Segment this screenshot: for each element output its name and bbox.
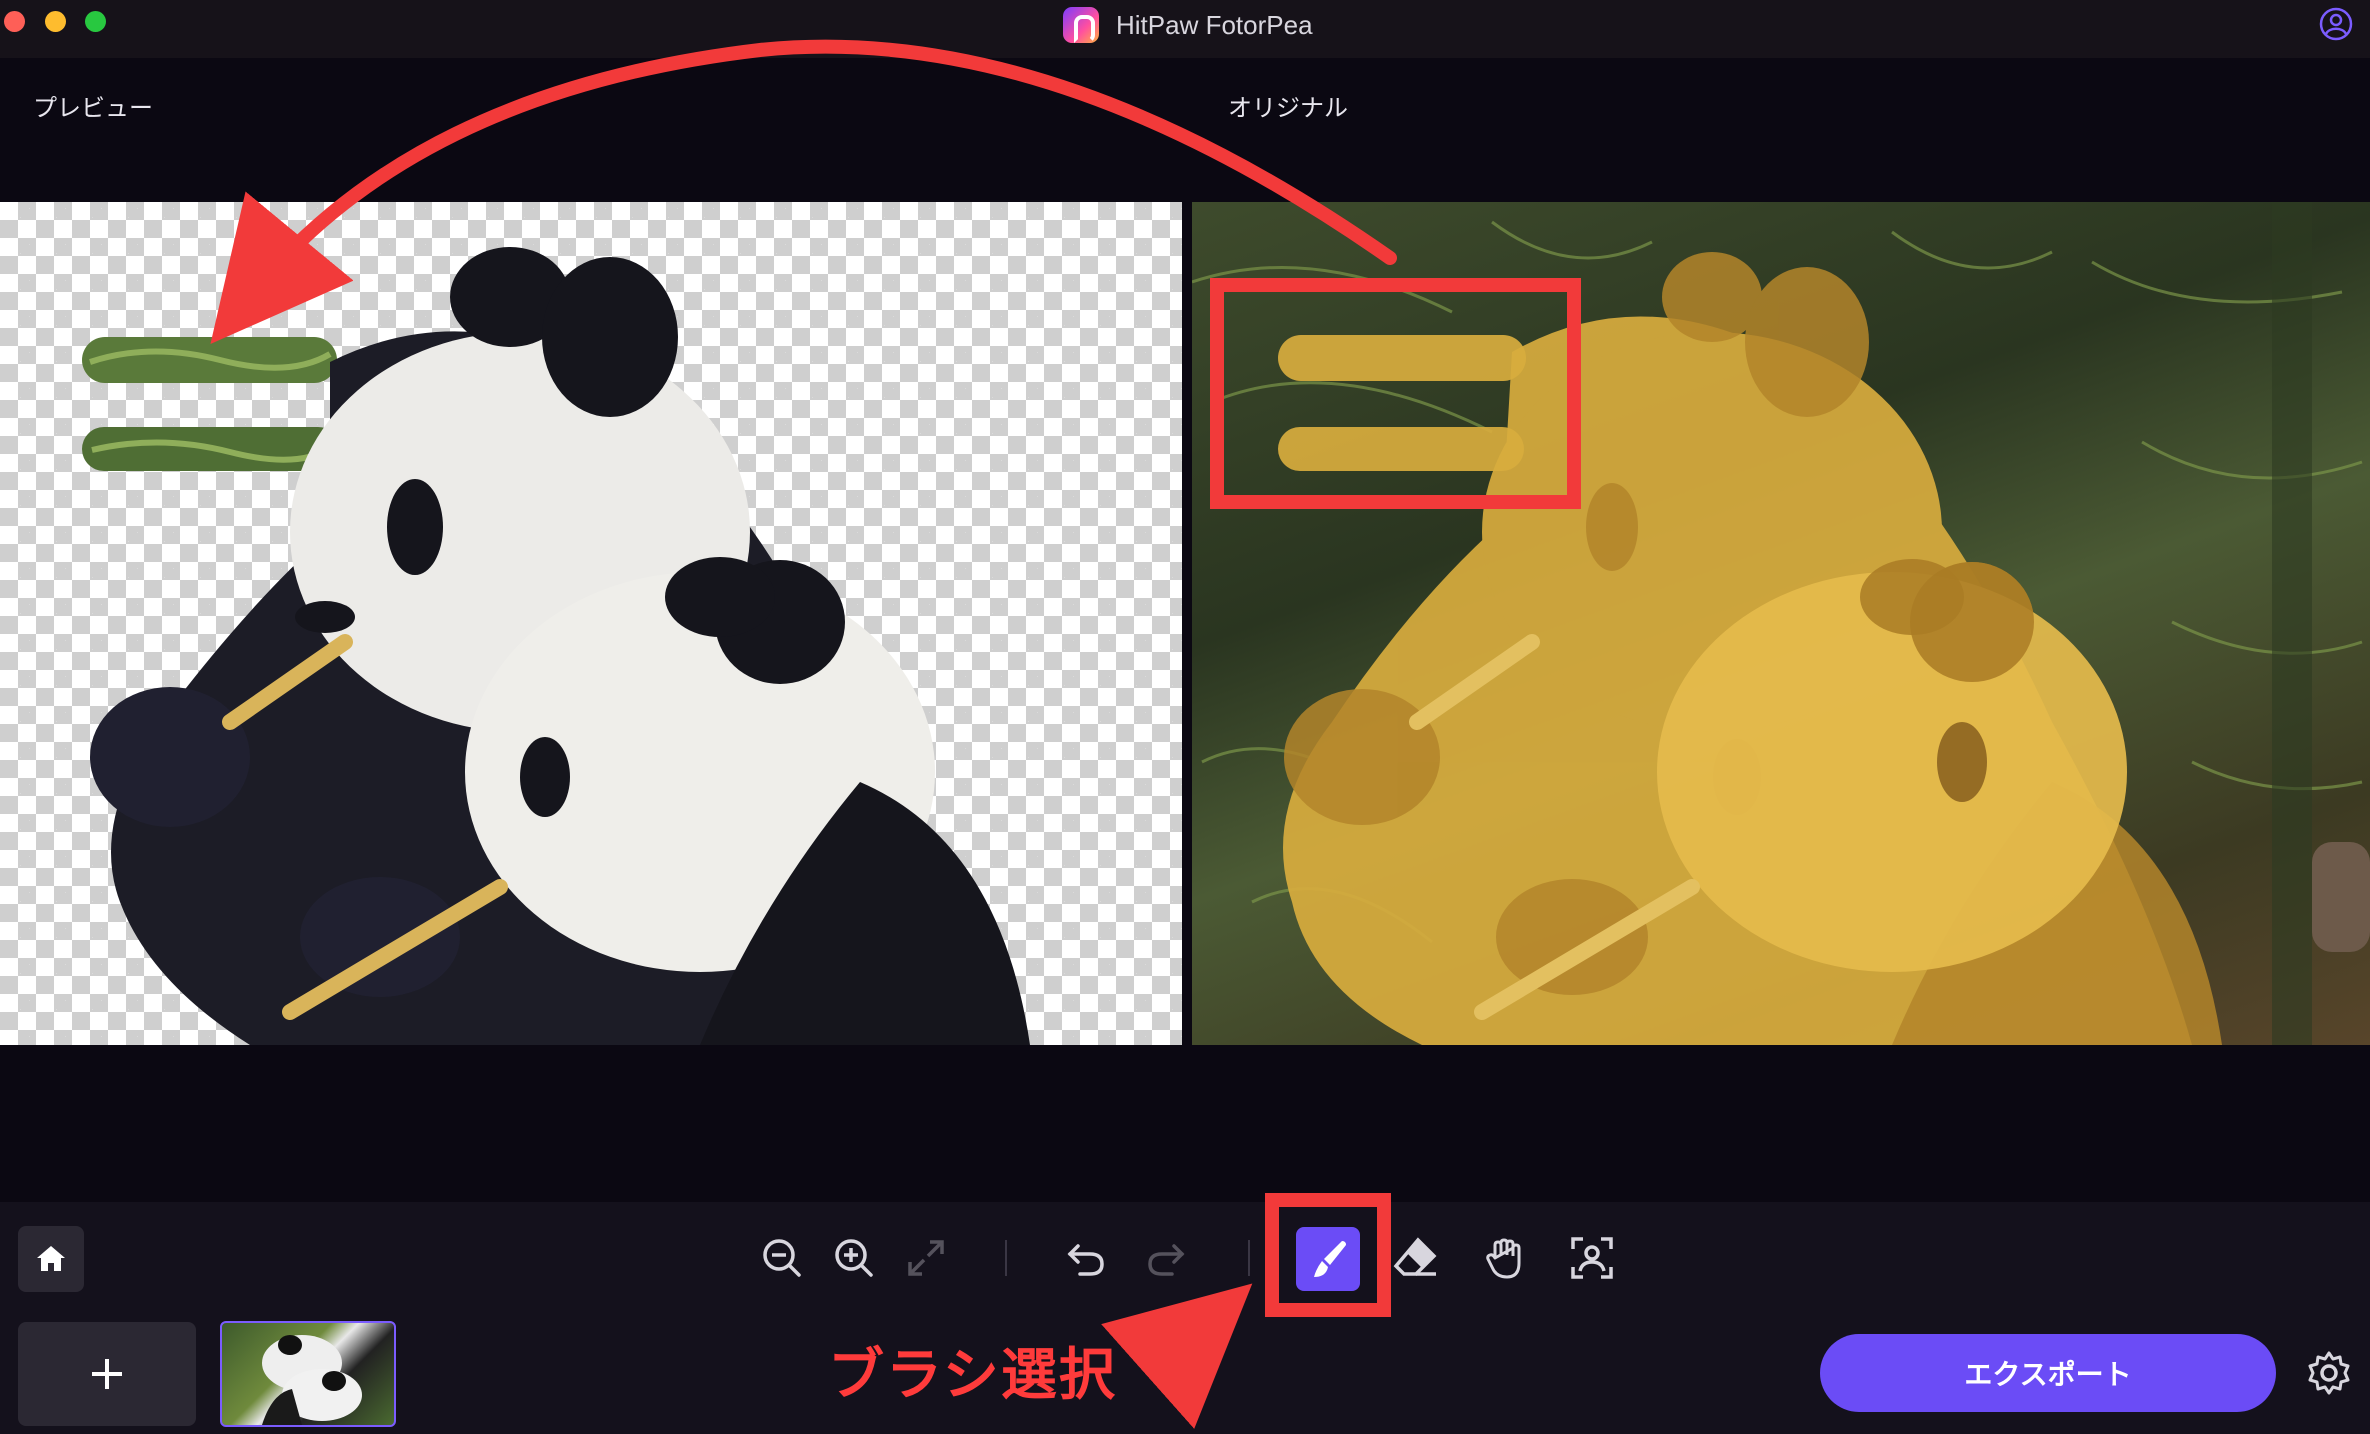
undo-icon bbox=[1067, 1244, 1104, 1276]
fit-screen-icon bbox=[908, 1240, 944, 1276]
zoom-in-icon bbox=[835, 1239, 873, 1277]
eraser-button[interactable] bbox=[1386, 1226, 1446, 1290]
zoom-out-button[interactable] bbox=[752, 1226, 812, 1290]
app-logo-icon bbox=[1063, 7, 1099, 43]
plus-icon bbox=[92, 1359, 122, 1389]
title-bar: HitPaw FotorPea bbox=[0, 0, 2370, 58]
user-account-icon[interactable] bbox=[2318, 6, 2354, 42]
minimize-window-button[interactable] bbox=[45, 11, 66, 32]
zoom-out-icon bbox=[763, 1239, 801, 1277]
preview-canvas[interactable] bbox=[0, 202, 1182, 1045]
brush-select-annotation: ブラシ選択 bbox=[828, 1343, 1117, 1408]
toolbar-divider bbox=[1248, 1240, 1250, 1276]
close-window-button[interactable] bbox=[4, 11, 25, 32]
subject-select-icon bbox=[1571, 1237, 1613, 1279]
brush-button[interactable] bbox=[1296, 1227, 1360, 1291]
undo-button[interactable] bbox=[1056, 1226, 1116, 1290]
subject-select-button[interactable] bbox=[1562, 1226, 1622, 1290]
image-thumbnail[interactable] bbox=[220, 1321, 396, 1427]
hand-icon bbox=[1486, 1238, 1521, 1279]
hand-button[interactable] bbox=[1476, 1226, 1536, 1290]
zoom-in-button[interactable] bbox=[824, 1226, 884, 1290]
gear-icon[interactable] bbox=[2306, 1350, 2352, 1396]
brush-icon bbox=[1314, 1241, 1346, 1277]
redo-icon bbox=[1148, 1244, 1185, 1276]
toolbar-divider bbox=[1005, 1240, 1007, 1276]
eraser-icon bbox=[1393, 1237, 1437, 1276]
export-button[interactable]: エクスポート bbox=[1820, 1334, 2276, 1412]
fit-screen-button[interactable] bbox=[896, 1226, 956, 1290]
home-button[interactable] bbox=[18, 1226, 84, 1292]
add-image-button[interactable] bbox=[18, 1322, 196, 1426]
original-label: オリジナル bbox=[1228, 94, 1348, 122]
original-canvas[interactable] bbox=[1192, 202, 2370, 1045]
home-icon bbox=[37, 1246, 65, 1271]
redo-button[interactable] bbox=[1136, 1226, 1196, 1290]
preview-label: プレビュー bbox=[33, 94, 153, 122]
maximize-window-button[interactable] bbox=[85, 11, 106, 32]
app-title: HitPaw FotorPea bbox=[1116, 10, 1313, 40]
